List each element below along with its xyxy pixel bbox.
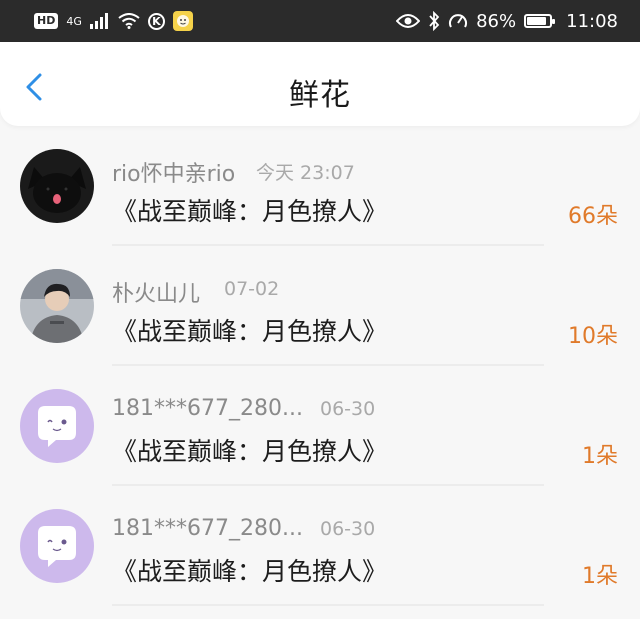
battery-percentage: 86% [476, 10, 517, 32]
k-icon: K [147, 12, 165, 30]
app-notification-icon [172, 11, 193, 31]
book-title: 《战至巅峰：月色撩人》 [112, 437, 388, 466]
status-bar-left: HD 4G K [34, 11, 193, 31]
status-bar-right: 86% 11:08 [396, 11, 618, 32]
flower-count: 10朵 [568, 324, 618, 349]
record-date: 06-30 [320, 398, 376, 420]
book-title: 《战至巅峰：月色撩人》 [112, 557, 388, 586]
list-item[interactable]: rio怀中亲rio 今天 23:07 《战至巅峰：月色撩人》 66朵 [0, 126, 640, 246]
hd-icon: HD [34, 13, 59, 29]
flower-record-list: rio怀中亲rio 今天 23:07 《战至巅峰：月色撩人》 66朵 朴火山儿 … [0, 126, 640, 606]
default-chat-bubble-avatar[interactable] [20, 509, 94, 583]
wifi-icon [118, 13, 140, 29]
speedometer-icon [449, 14, 468, 28]
record-date: 07-02 [224, 278, 280, 300]
header-bar: 鲜花 [0, 42, 640, 126]
record-date: 今天 23:07 [256, 162, 355, 184]
user-name: 朴火山儿 [112, 282, 201, 307]
status-bar: HD 4G K 86% 11:08 [0, 0, 640, 42]
flower-count: 1朵 [582, 564, 618, 589]
eye-icon [396, 14, 421, 28]
network-type-label: 4G [66, 14, 82, 28]
record-date: 06-30 [320, 518, 376, 540]
default-chat-bubble-avatar[interactable] [20, 389, 94, 463]
book-title: 《战至巅峰：月色撩人》 [112, 197, 388, 226]
flower-count: 66朵 [568, 204, 618, 229]
user-name: rio怀中亲rio [112, 162, 236, 187]
book-title: 《战至巅峰：月色撩人》 [112, 317, 388, 346]
person-photo-avatar[interactable] [20, 269, 94, 343]
battery-icon [524, 14, 556, 28]
battery-fill [527, 17, 547, 25]
flower-count: 1朵 [582, 444, 618, 469]
list-item[interactable]: 181***677_280... 06-30 《战至巅峰：月色撩人》 1朵 [0, 366, 640, 486]
list-item[interactable]: 181***677_280... 06-30 《战至巅峰：月色撩人》 1朵 [0, 486, 640, 606]
user-name: 181***677_280... [112, 516, 303, 541]
bluetooth-icon [429, 11, 440, 31]
page-title: 鲜花 [289, 78, 351, 113]
user-name: 181***677_280... [112, 396, 303, 421]
signal-icon [89, 13, 108, 29]
black-cat-avatar[interactable] [20, 149, 94, 223]
status-time: 11:08 [566, 10, 618, 32]
list-item[interactable]: 朴火山儿 07-02 《战至巅峰：月色撩人》 10朵 [0, 246, 640, 366]
